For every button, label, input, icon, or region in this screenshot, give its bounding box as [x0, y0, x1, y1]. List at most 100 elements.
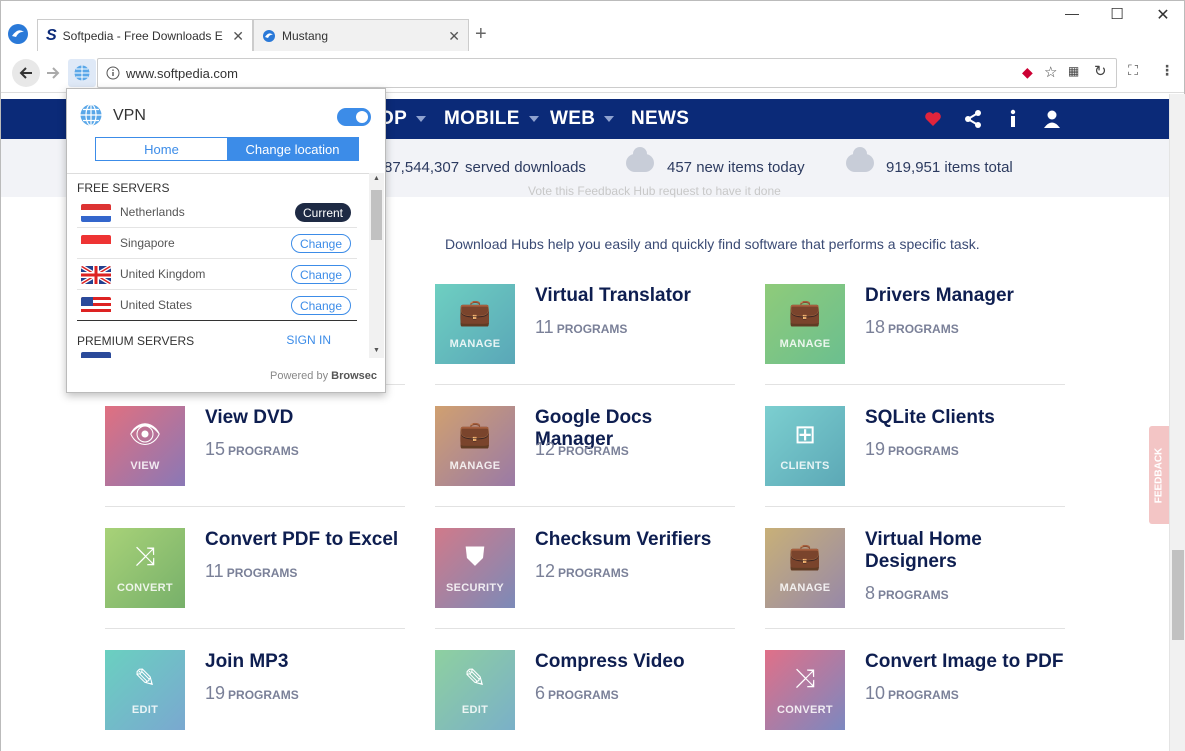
- vpn-toggle[interactable]: [337, 108, 371, 126]
- hub-card[interactable]: ✎ EDIT Join MP3 19 PROGRAMS: [105, 650, 405, 751]
- hub-thumbnail[interactable]: 👁 VIEW: [105, 406, 185, 486]
- reload-icon[interactable]: ↻: [1094, 62, 1107, 80]
- tab-mustang[interactable]: Mustang ✕: [253, 19, 469, 51]
- info-icon[interactable]: [106, 66, 120, 80]
- hub-thumbnail[interactable]: 💼 MANAGE: [765, 284, 845, 364]
- hub-thumbnail[interactable]: ⤨ CONVERT: [105, 528, 185, 608]
- change-button[interactable]: Change: [290, 234, 351, 253]
- close-icon[interactable]: ✕: [232, 28, 244, 45]
- shield-icon: ⛊: [465, 541, 485, 571]
- sign-in-link[interactable]: SIGN IN: [286, 333, 331, 347]
- hub-card[interactable]: ✎ EDIT Compress Video 6 PROGRAMS: [435, 650, 735, 751]
- current-badge: Current: [294, 203, 351, 222]
- browser-logo-icon[interactable]: [7, 23, 29, 45]
- hub-thumbnail[interactable]: ⤨ CONVERT: [765, 650, 845, 730]
- shuffle-icon: ⤨: [794, 663, 816, 693]
- hubs-description: Download Hubs help you easily and quickl…: [445, 236, 980, 252]
- tab-home[interactable]: Home: [96, 138, 227, 160]
- hub-title[interactable]: Compress Video: [535, 651, 735, 673]
- tab-softpedia[interactable]: S Softpedia - Free Downloads Enc ✕: [37, 19, 253, 51]
- hub-count: 8 PROGRAMS: [865, 583, 949, 603]
- crop-icon[interactable]: ⛶: [1125, 62, 1141, 78]
- feedback-tab[interactable]: ⓘ FEEDBACK: [1149, 426, 1185, 524]
- server-row-united-states[interactable]: United States Change: [77, 290, 357, 321]
- hub-title[interactable]: Virtual Translator: [535, 285, 735, 307]
- hub-card[interactable]: 👁 VIEW View DVD 15 PROGRAMS: [105, 406, 405, 516]
- hub-card[interactable]: ⛊ SECURITY Checksum Verifiers 12 PROGRAMS: [435, 528, 735, 638]
- hub-card[interactable]: ⤨ CONVERT Convert Image to PDF 10 PROGRAMS: [765, 650, 1065, 751]
- change-button[interactable]: Change: [290, 265, 351, 284]
- server-row-singapore[interactable]: Singapore Change: [77, 228, 357, 259]
- translate-extension-icon[interactable]: ◆: [1022, 64, 1033, 81]
- heart-icon[interactable]: [923, 109, 943, 129]
- hub-thumbnail[interactable]: ⊞ CLIENTS: [765, 406, 845, 486]
- hub-thumbnail[interactable]: ✎ EDIT: [435, 650, 515, 730]
- hub-card[interactable]: 💼 MANAGE Virtual Home Designers 8 PROGRAMS: [765, 528, 1065, 638]
- served-label: served downloads: [465, 159, 586, 176]
- close-icon[interactable]: ✕: [448, 28, 460, 45]
- change-button[interactable]: Change: [290, 296, 351, 315]
- vpn-extension-button[interactable]: [68, 59, 96, 87]
- hub-card[interactable]: 💼 MANAGE Virtual Translator 11 PROGRAMS: [435, 284, 735, 394]
- forward-button[interactable]: [39, 59, 67, 87]
- nav-web[interactable]: WEB: [550, 108, 615, 130]
- hub-title[interactable]: Convert Image to PDF: [865, 651, 1065, 673]
- hub-card[interactable]: 💼 MANAGE Drivers Manager 18 PROGRAMS: [765, 284, 1065, 394]
- close-window-button[interactable]: ✕: [1148, 5, 1178, 25]
- hub-count: 11 PROGRAMS: [205, 561, 298, 581]
- hub-thumbnail[interactable]: 💼 MANAGE: [765, 528, 845, 608]
- hub-card[interactable]: ⤨ CONVERT Convert PDF to Excel 11 PROGRAMS: [105, 528, 405, 638]
- user-icon[interactable]: [1042, 109, 1062, 129]
- new-tab-button[interactable]: +: [475, 23, 487, 46]
- server-list-scrollbar[interactable]: ▲ ▼: [369, 173, 384, 358]
- share-icon[interactable]: [963, 109, 983, 129]
- premium-flag-icon: [81, 352, 111, 358]
- hub-thumbnail[interactable]: ✎ EDIT: [105, 650, 185, 730]
- hub-card[interactable]: ⊞ CLIENTS SQLite Clients 19 PROGRAMS: [765, 406, 1065, 516]
- served-count: 87,544,307: [384, 159, 460, 176]
- nav-news[interactable]: NEWS: [631, 108, 689, 130]
- hub-title[interactable]: Convert PDF to Excel: [205, 529, 405, 551]
- hub-title[interactable]: Drivers Manager: [865, 285, 1065, 307]
- uk-flag-icon: [81, 266, 111, 284]
- nav-desktop[interactable]: OP: [379, 108, 427, 130]
- hub-title[interactable]: View DVD: [205, 407, 405, 429]
- tab-title: Softpedia - Free Downloads Enc: [62, 28, 223, 43]
- hub-card[interactable]: 💼 MANAGE Google Docs Manager 12 PROGRAMS: [435, 406, 735, 516]
- country-name: Singapore: [120, 236, 175, 250]
- arrow-right-icon: [47, 67, 60, 79]
- hub-title[interactable]: Checksum Verifiers: [535, 529, 735, 551]
- scrollbar-thumb[interactable]: [371, 190, 382, 240]
- toolbar: www.softpedia.com ◆ ☆ ▦ ↻ ⛶ ⋮: [1, 51, 1184, 93]
- hub-title[interactable]: Join MP3: [205, 651, 405, 673]
- hub-thumbnail[interactable]: 💼 MANAGE: [435, 284, 515, 364]
- edit-icon: ✎: [464, 663, 486, 693]
- maximize-button[interactable]: ☐: [1102, 5, 1132, 23]
- vpn-header: VPN Home Change location: [67, 89, 385, 169]
- tab-change-location[interactable]: Change location: [227, 138, 358, 160]
- server-row-netherlands[interactable]: Netherlands Current: [77, 197, 357, 228]
- tab-title: Mustang: [282, 28, 329, 43]
- hub-title[interactable]: SQLite Clients: [865, 407, 1065, 429]
- hub-thumbnail[interactable]: ⛊ SECURITY: [435, 528, 515, 608]
- address-bar[interactable]: www.softpedia.com ◆ ☆ ▦ ↻: [97, 58, 1117, 88]
- hub-thumbnail[interactable]: 💼 MANAGE: [435, 406, 515, 486]
- hub-count: 18 PROGRAMS: [865, 317, 959, 337]
- star-icon[interactable]: ☆: [1044, 63, 1057, 81]
- hub-title[interactable]: Virtual Home Designers: [865, 529, 1065, 573]
- us-flag-icon: [81, 297, 111, 315]
- premium-servers-header: PREMIUM SERVERS: [77, 334, 195, 348]
- scrollbar-thumb[interactable]: [1172, 550, 1184, 640]
- page-scrollbar[interactable]: [1169, 94, 1185, 751]
- menu-icon[interactable]: ⋮: [1159, 62, 1175, 78]
- back-button[interactable]: [12, 59, 40, 87]
- info-circle-icon[interactable]: [1003, 109, 1023, 129]
- qr-code-icon[interactable]: ▦: [1068, 64, 1079, 78]
- vpn-popup: VPN Home Change location FREE SERVERS Ne…: [66, 88, 386, 393]
- server-row-united-kingdom[interactable]: United Kingdom Change: [77, 259, 357, 290]
- shuffle-icon: ⤨: [134, 541, 156, 571]
- browsec-brand[interactable]: Browsec: [331, 370, 377, 382]
- minimize-button[interactable]: —: [1057, 5, 1087, 21]
- nav-mobile[interactable]: MOBILE: [444, 108, 539, 130]
- arrow-left-icon: [19, 67, 32, 79]
